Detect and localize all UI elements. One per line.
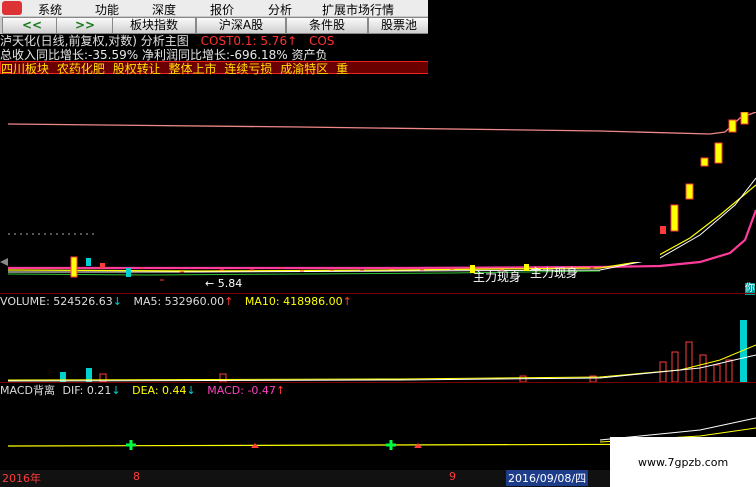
low-price-label: ← 5.84: [205, 277, 243, 290]
watermark-box: www.7gpzb.com: [610, 437, 756, 487]
dif-arrow: ↓: [111, 384, 121, 397]
ma10-arrow: ↑: [342, 295, 352, 308]
date-month-8: 8: [133, 470, 140, 483]
candle: [660, 226, 666, 234]
candle: [670, 204, 679, 232]
volume-bar: [699, 354, 707, 383]
candle: [714, 142, 723, 164]
signal-label: 主力现身: [473, 270, 522, 284]
redacted-area: [428, 0, 756, 112]
volume-bar: [713, 364, 721, 383]
macd-name: MACD背离: [0, 384, 55, 397]
candle: [100, 263, 105, 268]
macd-arrow: ↑: [275, 384, 286, 397]
volume-arrow: ↓: [112, 295, 122, 308]
candle: [70, 256, 78, 278]
ma10-value: MA10: 418986.00: [244, 295, 343, 308]
candle: [524, 264, 529, 271]
redacted-area: [95, 225, 660, 262]
candle: [728, 119, 737, 133]
candle: [740, 111, 749, 125]
dea-value: DEA: 0.44: [132, 384, 187, 397]
buy-signal-icon: [386, 440, 396, 450]
candle: [86, 258, 91, 266]
volume-value: VOLUME: 524526.63: [0, 295, 113, 308]
candle: [685, 183, 694, 200]
volume-bar: [685, 341, 693, 383]
ma5-value: MA5: 532960.00: [133, 295, 225, 308]
dea-arrow: ↓: [186, 384, 196, 397]
date-year: 2016年: [2, 472, 41, 485]
ma5-arrow: ↑: [224, 295, 234, 308]
macd-header: MACD背离 DIF: 0.21↓ DEA: 0.44↓ MACD: -0.47…: [0, 383, 285, 398]
volume-bar: [725, 359, 733, 383]
scroll-left-icon: [0, 258, 8, 266]
volume-header: VOLUME: 524526.63↓ MA5: 532960.00↑ MA10:…: [0, 294, 352, 309]
dif-value: DIF: 0.21: [62, 384, 112, 397]
date-month-9: 9: [449, 470, 456, 483]
watermark-text: www.7gpzb.com: [638, 456, 729, 469]
volume-ma-line: [7, 344, 756, 381]
current-date: 2016/09/08/四: [506, 470, 589, 486]
candle: [700, 157, 709, 167]
macd-value: MACD: -0.47: [207, 384, 276, 397]
candle: [126, 268, 131, 277]
volume-bar: [671, 351, 679, 383]
ma-long-line: [7, 111, 756, 135]
volume-ma-line: [7, 354, 756, 382]
buy-signal-icon: [126, 440, 136, 450]
signal-label: 主力现身: [530, 266, 579, 280]
